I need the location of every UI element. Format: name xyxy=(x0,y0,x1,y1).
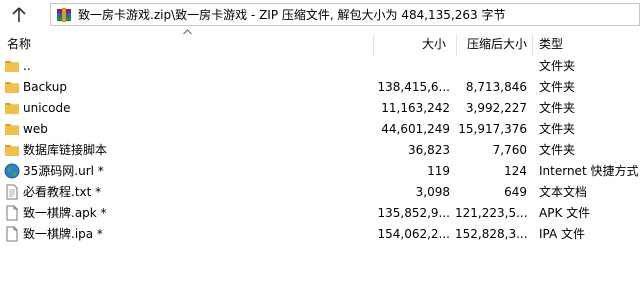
file-size: 11,163,242 xyxy=(381,101,450,115)
file-size: 154,062,2... xyxy=(377,227,450,241)
file-packed-size: 15,917,376 xyxy=(458,122,527,136)
column-type[interactable]: 类型 xyxy=(539,32,563,56)
file-type: IPA 文件 xyxy=(539,227,586,241)
file-name: 35源码网.url * xyxy=(23,164,104,178)
file-type: 文件夹 xyxy=(539,80,576,94)
globe-icon xyxy=(4,163,20,179)
file-type: 文件夹 xyxy=(539,101,576,115)
file-type: 文件夹 xyxy=(539,122,576,136)
file-packed-size: 8,713,846 xyxy=(465,80,527,94)
column-name[interactable]: 名称 xyxy=(7,32,31,56)
folder-icon xyxy=(4,142,20,158)
up-folder-button[interactable] xyxy=(6,4,32,26)
file-packed-size: 3,992,227 xyxy=(465,101,527,115)
file-size: 119 xyxy=(427,164,450,178)
file-name: 致一棋牌.ipa * xyxy=(23,227,103,241)
file-packed-size: 7,760 xyxy=(492,143,527,157)
file-packed-size: 121,223,5... xyxy=(455,206,527,220)
file-type: APK 文件 xyxy=(539,206,591,220)
file-type: 文件夹 xyxy=(539,143,576,157)
archive-icon xyxy=(56,7,72,23)
file-type: 文本文档 xyxy=(539,185,588,199)
file-name: 致一棋牌.apk * xyxy=(23,206,107,220)
file-row[interactable]: unicode 11,163,242 3,992,227 文件夹 xyxy=(0,98,641,119)
folder-icon xyxy=(4,79,20,95)
column-size[interactable]: 大小 xyxy=(373,32,446,56)
file-size: 135,852,9... xyxy=(377,206,450,220)
file-row[interactable]: Backup 138,415,6... 8,713,846 文件夹 xyxy=(0,77,641,98)
folder-icon xyxy=(4,58,20,74)
column-header: 名称 大小 压缩后大小 类型 xyxy=(0,29,641,56)
file-row[interactable]: 数据库链接脚本 36,823 7,760 文件夹 xyxy=(0,140,641,161)
file-name: unicode xyxy=(23,101,71,115)
file-packed-size xyxy=(455,56,527,77)
file-name: .. xyxy=(23,59,31,73)
arrow-up-icon xyxy=(12,7,26,22)
sort-ascending-icon xyxy=(183,29,192,35)
file-row[interactable]: .. 文件夹 xyxy=(0,56,641,77)
file-type: 文件夹 xyxy=(539,59,576,73)
file-row[interactable]: 致一棋牌.apk * 135,852,9... 121,223,5... APK 文件 xyxy=(0,203,641,224)
file-type: Internet 快捷方式 xyxy=(539,164,639,178)
file-name: web xyxy=(23,122,48,136)
file-row[interactable]: 35源码网.url * 119 124 Internet 快捷方式 xyxy=(0,161,641,182)
file-row[interactable]: 致一棋牌.ipa * 154,062,2... 152,828,3... IPA 文件 xyxy=(0,224,641,245)
file-packed-size: 152,828,3... xyxy=(455,227,527,241)
file-size: 44,601,249 xyxy=(381,122,450,136)
file-name: Backup xyxy=(23,80,67,94)
file-name: 必看教程.txt * xyxy=(23,185,102,199)
folder-icon xyxy=(4,100,20,116)
file-row[interactable]: web 44,601,249 15,917,376 文件夹 xyxy=(0,119,641,140)
file-packed-size: 649 xyxy=(504,185,527,199)
file-icon xyxy=(4,205,20,221)
address-bar[interactable]: 致一房卡游戏.zip\致一房卡游戏 - ZIP 压缩文件, 解包大小为 484,… xyxy=(50,3,640,26)
folder-icon xyxy=(4,121,20,137)
address-row: 致一房卡游戏.zip\致一房卡游戏 - ZIP 压缩文件, 解包大小为 484,… xyxy=(0,0,641,30)
file-packed-size: 124 xyxy=(504,164,527,178)
file-size: 138,415,6... xyxy=(377,80,450,94)
file-size: 36,823 xyxy=(408,143,450,157)
file-size: 3,098 xyxy=(415,185,450,199)
column-packed[interactable]: 压缩后大小 xyxy=(456,32,527,56)
file-icon xyxy=(4,226,20,242)
column-separator[interactable] xyxy=(532,34,533,56)
file-row[interactable]: 必看教程.txt * 3,098 649 文本文档 xyxy=(0,182,641,203)
file-name: 数据库链接脚本 xyxy=(23,143,108,157)
file-size xyxy=(370,56,450,77)
text-file-icon xyxy=(4,184,20,200)
address-path: 致一房卡游戏.zip\致一房卡游戏 - ZIP 压缩文件, 解包大小为 484,… xyxy=(78,8,506,22)
